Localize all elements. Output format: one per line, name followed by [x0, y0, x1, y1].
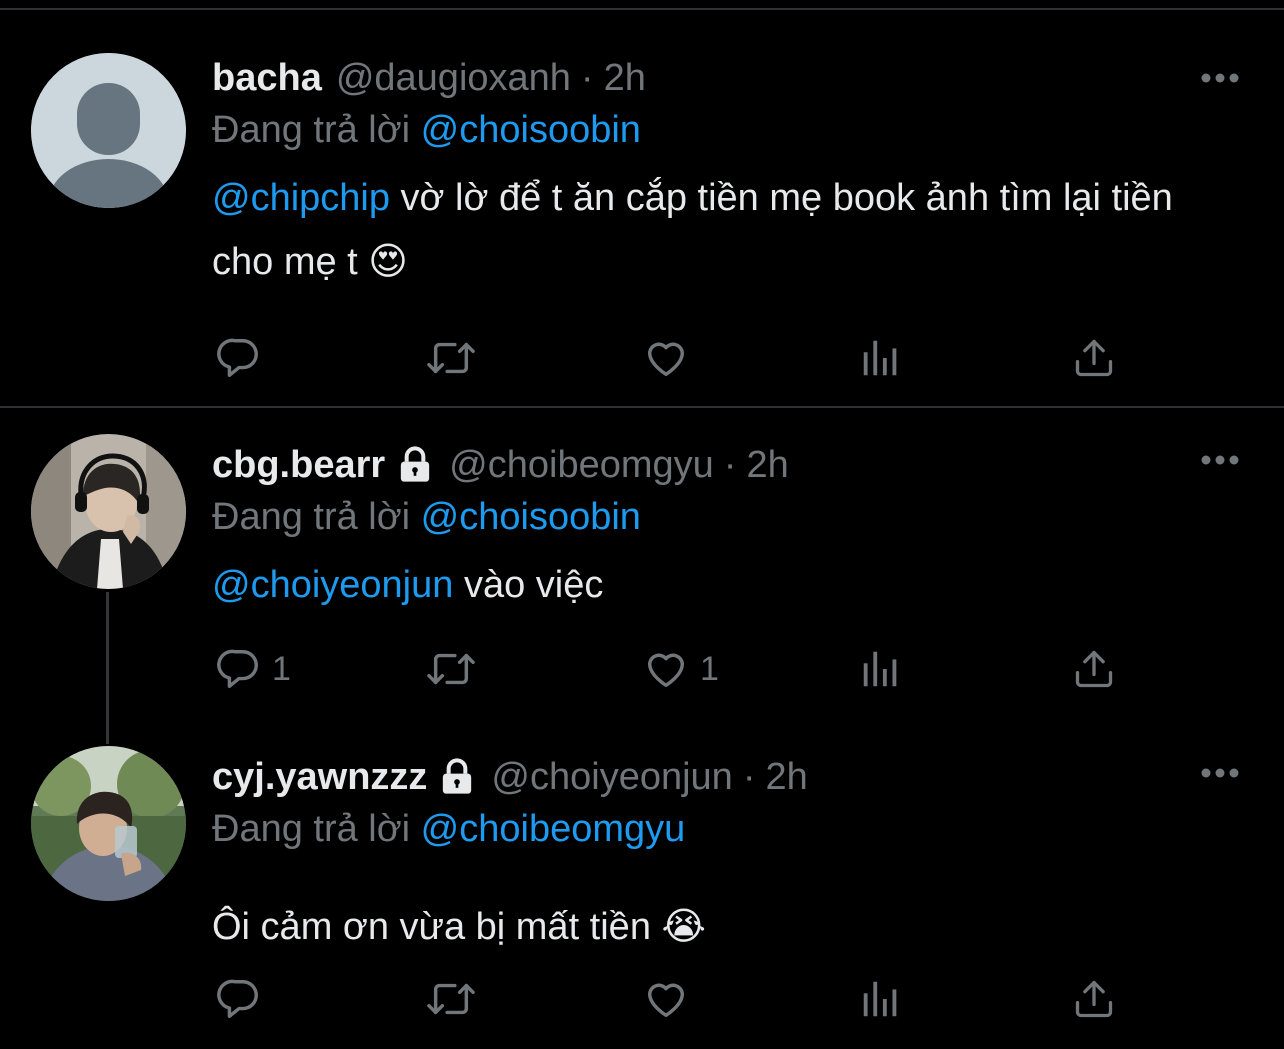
replying-to-label: Đang trả lời — [212, 109, 411, 151]
display-name[interactable]: cbg.bearr — [212, 441, 385, 489]
tweet-divider — [0, 406, 1284, 408]
default-avatar-icon — [31, 53, 186, 208]
timestamp[interactable]: 2h — [604, 54, 646, 102]
display-name[interactable]: cyj.yawnzzz — [212, 753, 427, 801]
timestamp[interactable]: 2h — [765, 753, 807, 801]
heart-eyes-emoji: 😍 — [368, 241, 408, 283]
more-options-button[interactable] — [1200, 765, 1240, 781]
share-icon — [1075, 980, 1113, 1018]
replying-to-mention[interactable]: @choibeomgyu — [421, 808, 686, 850]
profile-photo — [31, 434, 186, 589]
replying-to-label: Đang trả lời — [212, 496, 411, 538]
reply-button[interactable]: 1 — [216, 646, 291, 692]
analytics-icon — [863, 651, 897, 687]
replying-to: Đang trả lời @choisoobin — [212, 106, 1244, 154]
lock-icon — [437, 757, 477, 797]
analytics-icon — [863, 340, 897, 376]
tweet-text: @choiyeonjun vào việc — [212, 553, 1244, 617]
lock-icon — [395, 445, 435, 485]
like-button[interactable]: 1 — [642, 646, 719, 692]
analytics-button[interactable] — [858, 976, 904, 1022]
reply-icon — [217, 649, 258, 688]
avatar-default[interactable] — [31, 53, 186, 208]
separator-dot: · — [723, 444, 737, 486]
tweet-text: @chipchip vờ lờ để t ăn cắp tiền mẹ book… — [212, 166, 1244, 294]
replying-to: Đang trả lời @choibeomgyu — [212, 805, 1244, 853]
share-button[interactable] — [1072, 976, 1116, 1022]
like-count: 1 — [700, 649, 719, 688]
user-handle[interactable]: @choibeomgyu — [449, 441, 714, 489]
more-icon — [1201, 455, 1239, 465]
text-mention[interactable]: @chipchip — [212, 177, 390, 219]
more-options-button[interactable] — [1200, 70, 1240, 86]
user-handle[interactable]: @choiyeonjun — [491, 753, 732, 801]
reply-count: 1 — [272, 649, 291, 688]
tweet-text-content: vào việc — [453, 564, 604, 606]
tweet-actions — [212, 976, 1132, 1026]
reply-icon — [217, 979, 258, 1018]
display-name[interactable]: bacha — [212, 54, 322, 102]
reply-button[interactable] — [216, 335, 262, 381]
profile-photo — [31, 746, 186, 901]
share-button[interactable] — [1072, 646, 1116, 692]
separator-dot: · — [580, 57, 594, 99]
thread-connector — [106, 592, 109, 744]
replying-to-mention[interactable]: @choisoobin — [421, 496, 641, 538]
like-icon — [647, 983, 685, 1018]
reply-button[interactable] — [216, 976, 262, 1022]
like-button[interactable] — [642, 976, 690, 1022]
retweet-icon — [427, 653, 475, 685]
text-mention[interactable]: @choiyeonjun — [212, 564, 453, 606]
top-divider — [0, 8, 1284, 10]
crying-face-emoji: 😭 — [661, 906, 706, 948]
analytics-icon — [863, 981, 897, 1017]
replying-to: Đang trả lời @choisoobin — [212, 493, 1244, 541]
analytics-button[interactable] — [858, 335, 904, 381]
retweet-icon — [427, 342, 475, 374]
more-icon — [1201, 768, 1239, 778]
retweet-icon — [427, 983, 475, 1015]
like-button[interactable] — [642, 335, 690, 381]
avatar-cyj-yawnzzz[interactable] — [31, 746, 186, 901]
retweet-button[interactable] — [426, 976, 476, 1022]
user-handle[interactable]: @daugioxanh — [336, 54, 571, 102]
share-icon — [1075, 650, 1113, 688]
more-icon — [1201, 73, 1239, 83]
tweet-header: cyj.yawnzzz @choiyeonjun · 2h — [212, 753, 1244, 801]
retweet-button[interactable] — [426, 646, 476, 692]
like-icon — [647, 342, 685, 377]
analytics-button[interactable] — [858, 646, 904, 692]
tweet-header: cbg.bearr @choibeomgyu · 2h — [212, 441, 1244, 489]
tweet-actions — [212, 335, 1132, 385]
share-button[interactable] — [1072, 335, 1116, 381]
reply-icon — [217, 338, 258, 377]
share-icon — [1075, 339, 1113, 377]
tweet-text: Ôi cảm ơn vừa bị mất tiền 😭 — [212, 895, 1244, 959]
like-icon — [647, 653, 685, 688]
replying-to-mention[interactable]: @choisoobin — [421, 109, 641, 151]
retweet-button[interactable] — [426, 335, 476, 381]
avatar-cbg-bearr[interactable] — [31, 434, 186, 589]
replying-to-label: Đang trả lời — [212, 808, 411, 850]
separator-dot: · — [742, 756, 756, 798]
tweet-actions: 1 1 — [212, 646, 1132, 696]
more-options-button[interactable] — [1200, 452, 1240, 468]
tweet-header: bacha @daugioxanh · 2h — [212, 54, 1244, 102]
tweet-text-content: Ôi cảm ơn vừa bị mất tiền — [212, 906, 651, 948]
timestamp[interactable]: 2h — [746, 441, 788, 489]
